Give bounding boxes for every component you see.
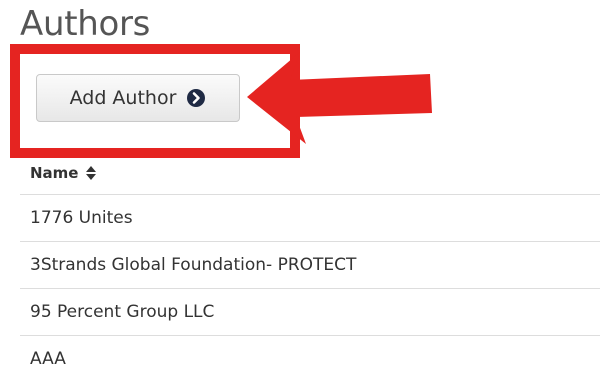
sort-icon[interactable] (86, 166, 97, 180)
author-name[interactable]: 1776 Unites (30, 208, 133, 228)
table-row[interactable]: 1776 Unites (20, 195, 600, 242)
add-author-button-label: Add Author (69, 87, 177, 109)
page-title: Authors (20, 4, 151, 44)
author-name[interactable]: 3Strands Global Foundation- PROTECT (30, 255, 356, 275)
authors-table: Name 1776 Unites 3Strands Global Foundat… (20, 152, 600, 366)
author-name[interactable]: 95 Percent Group LLC (30, 302, 214, 322)
table-row[interactable]: 95 Percent Group LLC (20, 289, 600, 336)
table-header-name[interactable]: Name (20, 152, 600, 195)
arrow-circle-right-icon (186, 88, 206, 108)
add-author-button[interactable]: Add Author (36, 74, 240, 122)
table-row[interactable]: 3Strands Global Foundation- PROTECT (20, 242, 600, 289)
author-name[interactable]: AAA (30, 349, 66, 366)
column-header-name: Name (30, 164, 79, 182)
table-row[interactable]: AAA (20, 336, 600, 366)
